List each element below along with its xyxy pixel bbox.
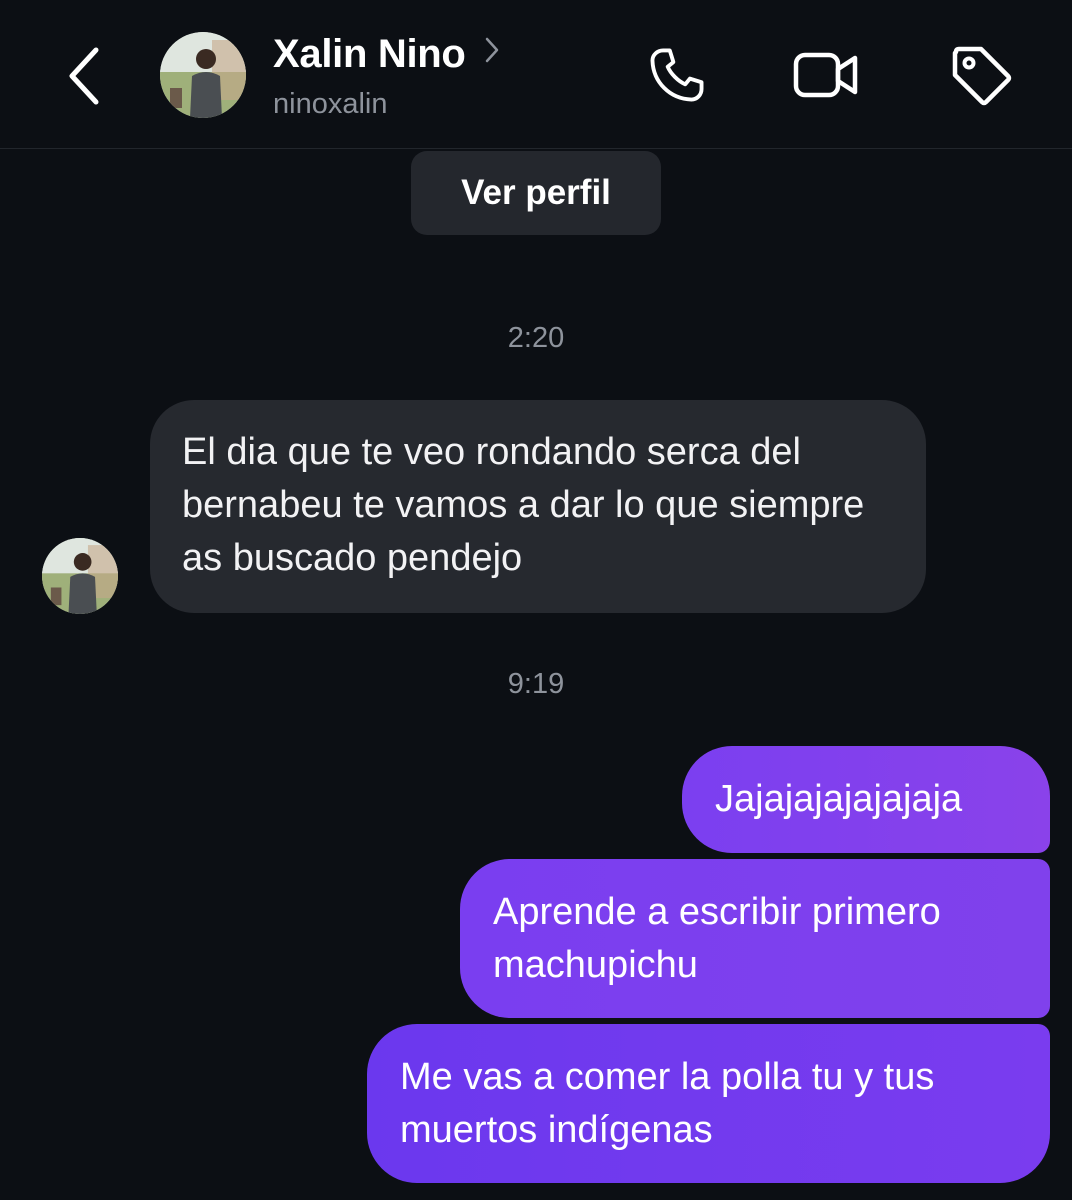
contact-name: Xalin Nino xyxy=(273,32,466,76)
incoming-message-bubble[interactable]: El dia que te veo rondando serca del ber… xyxy=(150,400,926,613)
contact-username: ninoxalin xyxy=(273,88,388,120)
video-camera-icon xyxy=(793,52,858,98)
outgoing-message-bubble[interactable]: Aprende a escribir primero machupichu xyxy=(460,859,1050,1018)
avatar-photo xyxy=(42,538,118,614)
tag-icon xyxy=(952,46,1012,106)
contact-avatar[interactable] xyxy=(160,32,246,118)
message-timestamp: 9:19 xyxy=(507,668,565,700)
audio-call-button[interactable] xyxy=(642,40,712,110)
message-timestamp: 2:20 xyxy=(507,322,565,354)
avatar-photo xyxy=(160,32,246,118)
sender-avatar[interactable] xyxy=(42,538,118,614)
outgoing-message-bubble[interactable]: Me vas a comer la polla tu y tus muertos… xyxy=(367,1024,1050,1183)
dm-conversation-screen: Xalin Nino ninoxalin Ver perfil 2:20 El … xyxy=(0,0,1072,1200)
chevron-right-icon xyxy=(485,37,499,63)
chat-header: Xalin Nino ninoxalin xyxy=(0,0,1072,149)
video-call-button[interactable] xyxy=(792,40,862,110)
back-button[interactable] xyxy=(52,38,116,114)
outgoing-message-bubble[interactable]: Jajajajajajajaja xyxy=(682,746,1050,853)
contact-name-link[interactable]: Xalin Nino xyxy=(273,30,500,78)
back-chevron-icon xyxy=(69,47,99,105)
phone-icon xyxy=(650,48,704,102)
tag-button[interactable] xyxy=(946,40,1016,110)
view-profile-button[interactable]: Ver perfil xyxy=(411,151,661,235)
